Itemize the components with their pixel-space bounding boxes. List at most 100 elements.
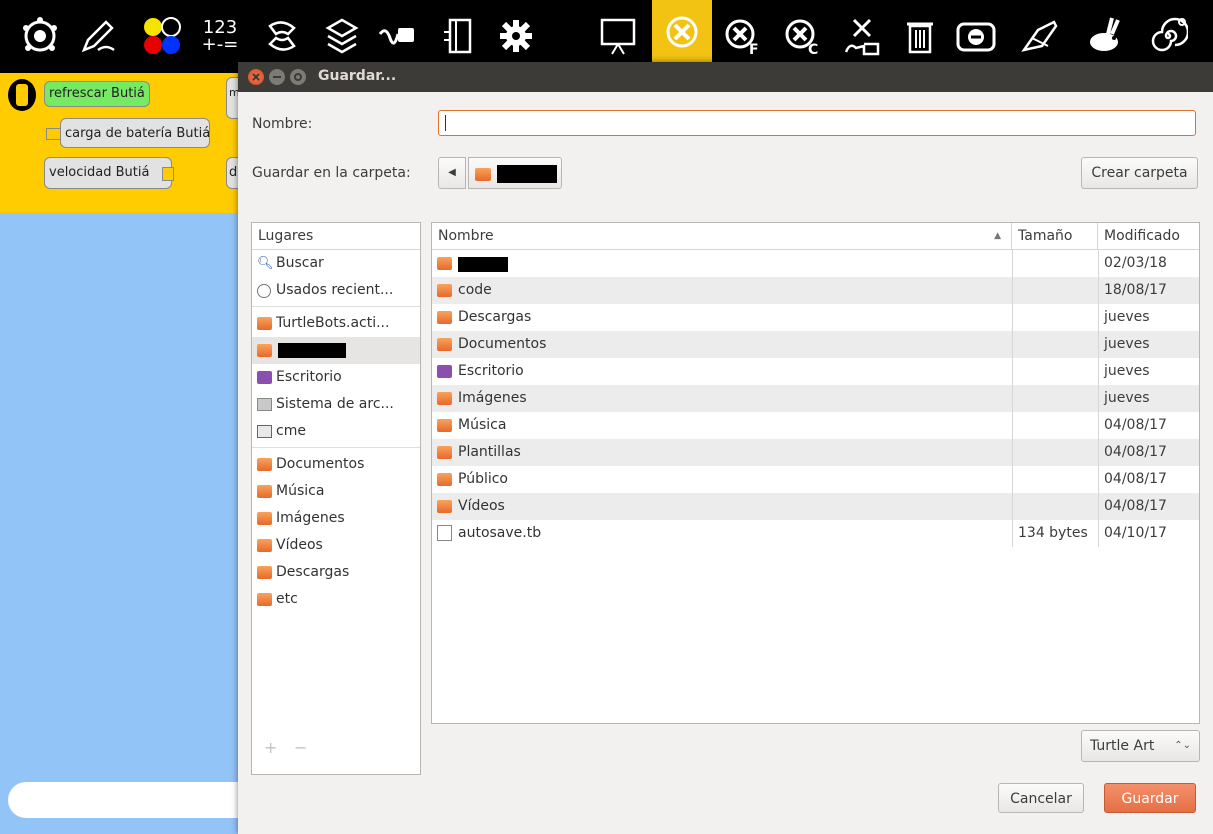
- place-cme[interactable]: cme: [252, 418, 420, 445]
- file-name: Escritorio: [458, 363, 524, 379]
- add-place-button[interactable]: +: [264, 738, 277, 757]
- flow-icon[interactable]: [258, 8, 306, 64]
- path-crumb-home[interactable]: [468, 157, 562, 189]
- file-row[interactable]: Imágenes jueves: [432, 385, 1199, 412]
- file-row[interactable]: code 18/08/17: [432, 277, 1199, 304]
- file-row[interactable]: 02/03/18: [432, 250, 1199, 277]
- file-type-filter[interactable]: Turtle Art ⌃⌄: [1081, 730, 1200, 762]
- run-icon[interactable]: [838, 8, 886, 64]
- file-row[interactable]: Público 04/08/17: [432, 466, 1199, 493]
- turtle-icon[interactable]: [16, 8, 64, 64]
- turtle-canvas[interactable]: [0, 213, 238, 834]
- fast-icon[interactable]: [1080, 8, 1128, 64]
- path-back-button[interactable]: ◀: [438, 157, 466, 189]
- place-downloads[interactable]: Descargas: [252, 559, 420, 586]
- place-label: cme: [276, 423, 306, 439]
- sort-ascending-icon: ▲: [994, 231, 1001, 241]
- place-label: Escritorio: [276, 369, 342, 385]
- file-row[interactable]: Plantillas 04/08/17: [432, 439, 1199, 466]
- place-label: TurtleBots.acti...: [276, 315, 390, 331]
- colors-icon[interactable]: [138, 8, 186, 64]
- column-size[interactable]: Tamaño: [1012, 223, 1098, 249]
- maximize-window-icon[interactable]: [290, 69, 306, 85]
- extras-icon[interactable]: [492, 8, 540, 64]
- file-modified: 04/08/17: [1104, 498, 1167, 514]
- folder-icon: [257, 317, 272, 330]
- place-home[interactable]: [252, 337, 420, 364]
- place-label: Música: [276, 483, 325, 499]
- place-desktop[interactable]: Escritorio: [252, 364, 420, 391]
- eraser-icon[interactable]: [1016, 8, 1064, 64]
- battery-butia-block[interactable]: carga de batería Butiá: [60, 118, 210, 148]
- place-label: Usados recient...: [276, 282, 394, 298]
- column-name-label: Nombre: [438, 228, 494, 244]
- clear-icon[interactable]: C: [778, 8, 826, 64]
- palette-toggle-icon[interactable]: [8, 79, 36, 111]
- file-name: autosave.tb: [458, 525, 542, 541]
- minimize-window-icon[interactable]: [269, 69, 285, 85]
- filename-input[interactable]: [438, 110, 1196, 136]
- file-modified: jueves: [1104, 309, 1150, 325]
- cancel-button[interactable]: Cancelar: [998, 783, 1084, 813]
- place-label: Vídeos: [276, 537, 323, 553]
- close-window-icon[interactable]: [248, 69, 264, 85]
- pictures-icon: [257, 512, 272, 525]
- file-icon: [437, 525, 452, 541]
- folder-icon: [437, 392, 452, 405]
- save-button[interactable]: Guardar: [1104, 783, 1196, 813]
- file-row[interactable]: autosave.tb 134 bytes 04/10/17: [432, 520, 1199, 547]
- place-search[interactable]: 🔍︎ Buscar: [252, 250, 420, 277]
- remove-place-button[interactable]: −: [294, 738, 307, 757]
- place-pictures[interactable]: Imágenes: [252, 505, 420, 532]
- sensors-icon[interactable]: [374, 8, 422, 64]
- dialog-titlebar: Guardar...: [238, 62, 1213, 92]
- pen-icon[interactable]: [74, 8, 122, 64]
- presentation-icon[interactable]: [594, 8, 642, 64]
- place-etc[interactable]: etc: [252, 586, 420, 613]
- place-label: Documentos: [276, 456, 365, 472]
- stop-icon[interactable]: [652, 0, 712, 64]
- folder-icon: [437, 446, 452, 459]
- place-turtlebots[interactable]: TurtleBots.acti...: [252, 310, 420, 337]
- column-modified[interactable]: Modificado: [1098, 223, 1199, 249]
- places-header: Lugares: [252, 223, 420, 250]
- place-music[interactable]: Música: [252, 478, 420, 505]
- file-modified: 04/10/17: [1104, 525, 1167, 541]
- block-connector: [46, 128, 61, 140]
- speed-butia-block[interactable]: velocidad Butiá: [44, 157, 173, 189]
- place-label: etc: [276, 591, 298, 607]
- refresh-butia-block[interactable]: refrescar Butiá: [44, 81, 150, 107]
- place-videos[interactable]: Vídeos: [252, 532, 420, 559]
- create-folder-button[interactable]: Crear carpeta: [1081, 157, 1198, 189]
- file-type-value: Turtle Art: [1090, 738, 1155, 754]
- blocks-icon[interactable]: [318, 8, 366, 64]
- drive-icon: [257, 398, 272, 411]
- numbers-icon[interactable]: 123 +-=: [196, 8, 244, 64]
- file-list: Nombre ▲ Tamaño Modificado 02/03/18 code 1…: [431, 222, 1200, 724]
- trash-icon[interactable]: [896, 8, 944, 64]
- name-label: Nombre:: [252, 116, 313, 132]
- file-name: Descargas: [458, 309, 532, 325]
- file-modified: jueves: [1104, 390, 1150, 406]
- media-icon[interactable]: [436, 8, 484, 64]
- place-documents[interactable]: Documentos: [252, 451, 420, 478]
- place-label: Sistema de arc...: [276, 396, 394, 412]
- file-row[interactable]: Vídeos 04/08/17: [432, 493, 1199, 520]
- file-row[interactable]: Documentos jueves: [432, 331, 1199, 358]
- clean-icon[interactable]: F: [718, 8, 766, 64]
- file-row[interactable]: Escritorio jueves: [432, 358, 1199, 385]
- place-recent[interactable]: Usados recient...: [252, 277, 420, 304]
- place-filesystem[interactable]: Sistema de arc...: [252, 391, 420, 418]
- column-name[interactable]: Nombre ▲: [432, 223, 1012, 249]
- numbers-bottom-label: +-=: [201, 34, 239, 55]
- slow-icon[interactable]: [1144, 8, 1192, 64]
- collapse-icon[interactable]: [952, 8, 1000, 64]
- places-panel: Lugares 🔍︎ Buscar Usados recient... Turt…: [251, 222, 421, 775]
- file-row[interactable]: Descargas jueves: [432, 304, 1199, 331]
- save-dialog: Guardar... Nombre: Guardar en la carpeta…: [238, 62, 1213, 834]
- music-icon: [257, 485, 272, 498]
- canvas-text-input[interactable]: [8, 782, 238, 818]
- file-modified: jueves: [1104, 363, 1150, 379]
- svg-text:F: F: [749, 42, 759, 56]
- file-row[interactable]: Música 04/08/17: [432, 412, 1199, 439]
